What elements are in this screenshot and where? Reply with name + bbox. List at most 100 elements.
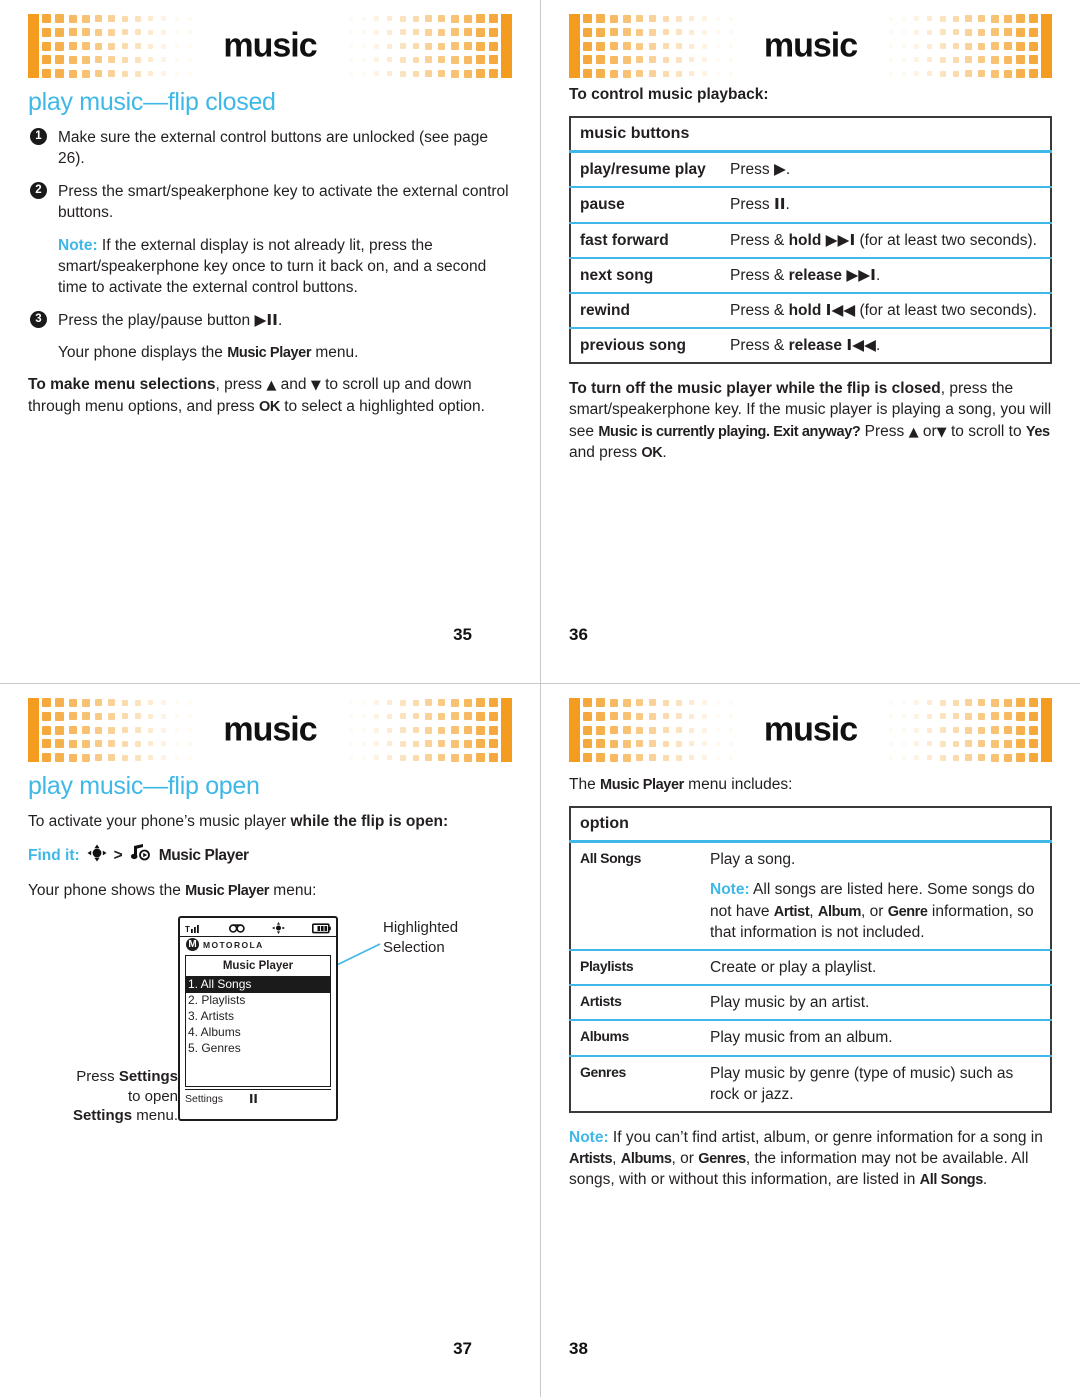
row-value: Press & release I◀◀. xyxy=(721,326,1051,363)
page-36: music To control music playback: music b… xyxy=(540,0,1080,683)
down-arrow-icon: ▼ xyxy=(936,424,947,440)
play-pause-icon: ▶II xyxy=(254,310,278,329)
table-row: next song Press & release ▶▶I. xyxy=(570,256,1051,293)
previous-song-icon: I◀◀ xyxy=(846,335,876,354)
menu-item-playlists[interactable]: 2. Playlists xyxy=(186,993,330,1009)
page-number: 36 xyxy=(569,625,588,644)
table-row: previous song Press & release I◀◀. xyxy=(570,326,1051,363)
ok-key-label: OK xyxy=(641,444,663,461)
table-row: fast forward Press & hold ▶▶I (for at le… xyxy=(570,221,1051,258)
brand-name: MOTOROLA xyxy=(203,939,264,950)
table-header: music buttons xyxy=(570,117,1051,154)
displays-line: Your phone displays the Music Player men… xyxy=(58,344,359,361)
ok-key-label: OK xyxy=(258,398,280,415)
table-row: Albums Play music from an album. xyxy=(570,1019,1051,1056)
phone-softkey-bar: Settings II xyxy=(185,1089,331,1106)
all-songs-label: All Songs xyxy=(919,1172,984,1189)
activate-paragraph: To activate your phone’s music player wh… xyxy=(28,813,449,830)
menu-selections-paragraph: To make menu selections, press ▲ and ▼ t… xyxy=(28,376,485,415)
row-value: Press & hold ▶▶I (for at least two secon… xyxy=(721,221,1051,258)
banner-title: music xyxy=(763,26,858,65)
menu-item-all-songs[interactable]: 1. All Songs xyxy=(186,977,330,994)
step-2: 2 Press the smart/speakerphone key to ac… xyxy=(28,181,512,224)
note-body: If the external display is not already l… xyxy=(58,236,487,297)
step-text: Make sure the external control buttons a… xyxy=(58,129,488,168)
down-arrow-icon: ▼ xyxy=(310,378,321,394)
table-row: All Songs Play a song. Note: All songs a… xyxy=(570,842,1051,950)
page-35: music play music—flip closed 1 Make sure… xyxy=(0,0,540,683)
phone-screen: Music Player 1. All Songs 2. Playlists 3… xyxy=(185,955,331,1088)
next-song-icon: ▶▶I xyxy=(846,265,876,284)
step-number: 3 xyxy=(30,310,47,328)
page-banner: music xyxy=(28,10,512,82)
music-buttons-table: music buttons play/resume play Press ▶. … xyxy=(569,116,1052,364)
row-value: Press & hold I◀◀ (for at least two secon… xyxy=(721,291,1051,328)
yes-label: Yes xyxy=(1025,423,1050,440)
screen-title: Music Player xyxy=(186,956,330,978)
menu-item-artists[interactable]: 3. Artists xyxy=(186,1009,330,1025)
row-key: Artists xyxy=(570,984,701,1021)
banner-title: music xyxy=(223,26,317,65)
manual-spread: music play music—flip closed 1 Make sure… xyxy=(0,0,1080,1397)
step-text: Press the play/pause button xyxy=(58,311,255,329)
note-label: Note: xyxy=(569,1128,609,1146)
album-label: Album xyxy=(817,903,862,920)
rewind-icon: I◀◀ xyxy=(825,300,856,319)
battery-icon xyxy=(312,923,331,934)
row-desc: Play a song. xyxy=(710,851,796,869)
row-value: Play music by an artist. xyxy=(701,984,1051,1021)
step-3: 3 Press the play/pause button ▶II. xyxy=(28,310,512,331)
step-1: 1 Make sure the external control buttons… xyxy=(28,127,512,170)
table-row: Genres Play music by genre (type of musi… xyxy=(570,1054,1051,1112)
pause-icon[interactable]: II xyxy=(249,1092,258,1106)
albums-label: Albums xyxy=(620,1151,672,1168)
voicemail-icon xyxy=(229,923,245,934)
genre-label: Genre xyxy=(887,903,928,920)
row-key: Playlists xyxy=(570,949,701,986)
menu-item-albums[interactable]: 4. Albums xyxy=(186,1025,330,1041)
shows-menu-line: Your phone shows the Music Player menu: xyxy=(28,881,317,899)
table-row: Artists Play music by an artist. xyxy=(570,984,1051,1021)
pause-icon: II xyxy=(773,195,786,214)
up-arrow-icon: ▲ xyxy=(908,424,919,440)
page-banner: music xyxy=(569,10,1052,82)
banner-title: music xyxy=(223,710,317,749)
row-key: Genres xyxy=(570,1054,701,1112)
find-it-label: Find it: xyxy=(28,847,80,865)
phone-status-bar: T xyxy=(180,918,336,936)
phone-illustration: T M MOTOROLA Music Player 1. All Songs 2… xyxy=(28,912,512,1137)
signal-icon: T xyxy=(185,923,202,934)
play-icon: ▶ xyxy=(773,160,786,179)
page-banner: music xyxy=(569,694,1052,766)
page-number: 35 xyxy=(453,625,472,644)
row-value: Press ▶. xyxy=(730,160,791,179)
up-arrow-icon: ▲ xyxy=(266,378,277,394)
phone-device: T M MOTOROLA Music Player 1. All Songs 2… xyxy=(178,916,338,1122)
page-title: play music—flip open xyxy=(28,772,260,800)
row-value: Create or play a playlist. xyxy=(701,949,1051,986)
row-key: fast forward xyxy=(570,221,721,258)
menu-item-genres[interactable]: 5. Genres xyxy=(186,1041,330,1057)
callout-settings: Press Settings to open Settings menu. xyxy=(72,1068,178,1125)
music-player-menu: 1. All Songs 2. Playlists 3. Artists 4. … xyxy=(186,977,330,1057)
nav-key-icon xyxy=(87,844,107,868)
step-number: 2 xyxy=(30,181,47,199)
banner-title: music xyxy=(763,710,858,749)
options-table: option All Songs Play a song. Note: All … xyxy=(569,806,1052,1113)
turn-off-paragraph: To turn off the music player while the f… xyxy=(569,379,1052,461)
find-it-separator: > xyxy=(113,847,123,865)
step-number: 1 xyxy=(30,128,47,145)
row-key: previous song xyxy=(570,326,721,363)
find-it-target: Music Player xyxy=(158,847,249,865)
softkey-settings[interactable]: Settings xyxy=(185,1093,223,1105)
music-player-label: Music Player xyxy=(185,882,269,899)
page-38: music The Music Player menu includes: op… xyxy=(540,683,1080,1397)
table-row: rewind Press & hold I◀◀ (for at least tw… xyxy=(570,291,1051,328)
section-intro: To control music playback: xyxy=(569,86,769,103)
row-key: rewind xyxy=(570,291,721,328)
exit-prompt-label: Music is currently playing. Exit anyway? xyxy=(598,423,861,440)
find-it-line: Find it: > Music Player xyxy=(28,843,512,868)
row-key: next song xyxy=(570,256,721,293)
table-row: play/resume play Press ▶. xyxy=(570,152,1051,188)
genres-label: Genres xyxy=(698,1151,746,1168)
